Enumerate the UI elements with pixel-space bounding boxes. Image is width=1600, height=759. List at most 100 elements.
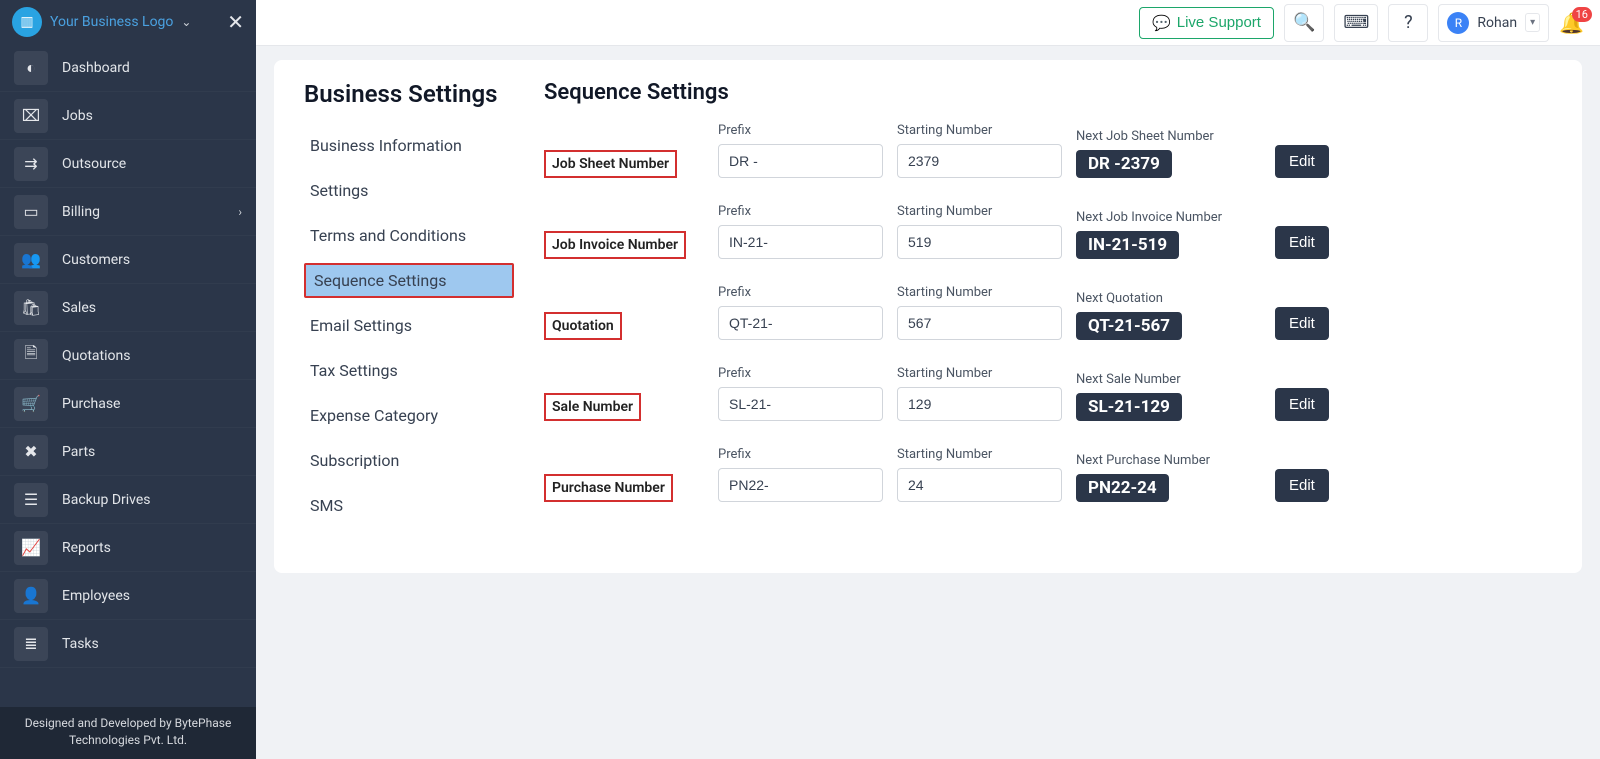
sidebar-item-label: Purchase bbox=[62, 396, 120, 412]
prefix-input[interactable] bbox=[718, 387, 883, 421]
edit-button[interactable]: Edit bbox=[1275, 226, 1329, 259]
sequence-rows: Job Sheet NumberPrefixStarting NumberNex… bbox=[544, 123, 1552, 502]
next-number-value: QT-21-567 bbox=[1076, 312, 1182, 340]
sidebar-item-label: Jobs bbox=[62, 108, 93, 124]
sidebar-item-parts[interactable]: ✖ Parts bbox=[0, 428, 256, 476]
backup-drives-icon: ☰ bbox=[14, 483, 48, 517]
sidebar-item-label: Parts bbox=[62, 444, 95, 460]
sidebar-item-label: Outsource bbox=[62, 156, 126, 172]
sidebar-item-label: Billing bbox=[62, 204, 100, 220]
prefix-label: Prefix bbox=[718, 447, 883, 462]
avatar: R bbox=[1447, 12, 1469, 34]
subnav-item-terms-and-conditions[interactable]: Terms and Conditions bbox=[304, 218, 514, 253]
search-button[interactable]: 🔍 bbox=[1284, 4, 1324, 42]
next-number-label: Next Job Sheet Number bbox=[1076, 129, 1261, 144]
sidebar-menu: ◐Dashboard ⌧ Jobs ⇉Outsource ▭ Billing › 👥Custo… bbox=[0, 44, 256, 707]
prefix-input[interactable] bbox=[718, 306, 883, 340]
edit-button[interactable]: Edit bbox=[1275, 388, 1329, 421]
help-button[interactable]: ? bbox=[1388, 4, 1428, 42]
keyboard-icon: ⌨ bbox=[1343, 12, 1369, 33]
subnav-item-sequence-settings[interactable]: Sequence Settings bbox=[304, 263, 514, 298]
starting-number-input[interactable] bbox=[897, 144, 1062, 178]
live-support-button[interactable]: 💬 Live Support bbox=[1139, 7, 1274, 39]
chevron-right-icon: › bbox=[238, 205, 242, 219]
sidebar-item-customers[interactable]: 👥Customers bbox=[0, 236, 256, 284]
sidebar-item-label: Employees bbox=[62, 588, 130, 604]
parts-icon: ✖ bbox=[14, 435, 48, 469]
live-support-label: Live Support bbox=[1177, 14, 1261, 31]
subnav-item-email-settings[interactable]: Email Settings bbox=[304, 308, 514, 343]
sidebar-item-outsource[interactable]: ⇉Outsource bbox=[0, 140, 256, 188]
quotations-icon: 🗎 bbox=[14, 339, 48, 373]
notification-count: 16 bbox=[1572, 7, 1592, 22]
prefix-input[interactable] bbox=[718, 225, 883, 259]
sidebar-item-label: Dashboard bbox=[62, 60, 130, 76]
logo-icon: ▥ bbox=[12, 7, 42, 37]
subnav-item-sms[interactable]: SMS bbox=[304, 488, 514, 523]
logo-text: Your Business Logo bbox=[50, 14, 173, 30]
sidebar-item-employees[interactable]: 👤Employees bbox=[0, 572, 256, 620]
jobs-icon: ⌧ bbox=[14, 99, 48, 133]
sidebar-item-quotations[interactable]: 🗎 Quotations bbox=[0, 332, 256, 380]
prefix-input[interactable] bbox=[718, 468, 883, 502]
topbar: 💬 Live Support 🔍 ⌨ ? R Rohan ▾ 🔔 16 bbox=[256, 0, 1600, 46]
next-number-value: IN-21-519 bbox=[1076, 231, 1179, 259]
edit-button[interactable]: Edit bbox=[1275, 469, 1329, 502]
settings-subnav: Business Information Settings Terms and Co… bbox=[304, 128, 514, 523]
prefix-label: Prefix bbox=[718, 366, 883, 381]
sidebar-item-label: Reports bbox=[62, 540, 111, 556]
edit-button[interactable]: Edit bbox=[1275, 145, 1329, 178]
notifications-button[interactable]: 🔔 16 bbox=[1559, 11, 1584, 35]
sidebar-item-jobs[interactable]: ⌧ Jobs bbox=[0, 92, 256, 140]
subnav-item-expense-category[interactable]: Expense Category bbox=[304, 398, 514, 433]
sidebar-item-sales[interactable]: 🛍Sales bbox=[0, 284, 256, 332]
next-number-value: PN22-24 bbox=[1076, 474, 1169, 502]
edit-button[interactable]: Edit bbox=[1275, 307, 1329, 340]
sequence-name: Sale Number bbox=[544, 393, 641, 421]
subnav-item-tax-settings[interactable]: Tax Settings bbox=[304, 353, 514, 388]
sidebar-item-tasks[interactable]: ≣Tasks bbox=[0, 620, 256, 668]
starting-number-input[interactable] bbox=[897, 468, 1062, 502]
sidebar-item-label: Backup Drives bbox=[62, 492, 151, 508]
chevron-down-icon[interactable]: ⌄ bbox=[181, 15, 191, 29]
sidebar-item-reports[interactable]: 📈 Reports bbox=[0, 524, 256, 572]
sequence-name: Purchase Number bbox=[544, 474, 673, 502]
starting-number-label: Starting Number bbox=[897, 204, 1062, 219]
next-number-value: SL-21-129 bbox=[1076, 393, 1182, 421]
customers-icon: 👥 bbox=[14, 243, 48, 277]
sidebar-item-label: Tasks bbox=[62, 636, 99, 652]
search-icon: 🔍 bbox=[1293, 12, 1315, 33]
sequence-row: Job Sheet NumberPrefixStarting NumberNex… bbox=[544, 123, 1552, 178]
starting-number-input[interactable] bbox=[897, 387, 1062, 421]
starting-number-input[interactable] bbox=[897, 225, 1062, 259]
next-number-label: Next Job Invoice Number bbox=[1076, 210, 1261, 225]
billing-icon: ▭ bbox=[14, 195, 48, 229]
prefix-label: Prefix bbox=[718, 204, 883, 219]
sequence-name: Job Invoice Number bbox=[544, 231, 686, 259]
sidebar: ▥ Your Business Logo ⌄ ✕ ◐Dashboard ⌧ Jobs… bbox=[0, 0, 256, 759]
sequence-row: Sale NumberPrefixStarting NumberNext Sal… bbox=[544, 366, 1552, 421]
starting-number-label: Starting Number bbox=[897, 285, 1062, 300]
user-menu[interactable]: R Rohan ▾ bbox=[1438, 4, 1549, 42]
subnav-item-settings[interactable]: Settings bbox=[304, 173, 514, 208]
sequence-name: Quotation bbox=[544, 312, 622, 340]
footer-line2: Technologies Pvt. Ltd. bbox=[10, 732, 246, 749]
prefix-label: Prefix bbox=[718, 285, 883, 300]
prefix-label: Prefix bbox=[718, 123, 883, 138]
sidebar-item-backup-drives[interactable]: ☰ Backup Drives bbox=[0, 476, 256, 524]
sidebar-item-billing[interactable]: ▭ Billing › bbox=[0, 188, 256, 236]
footer-line1: Designed and Developed by BytePhase bbox=[10, 715, 246, 732]
prefix-input[interactable] bbox=[718, 144, 883, 178]
reports-icon: 📈 bbox=[14, 531, 48, 565]
sidebar-item-label: Quotations bbox=[62, 348, 130, 364]
close-sidebar-button[interactable]: ✕ bbox=[227, 10, 244, 34]
subnav-item-business-information[interactable]: Business Information bbox=[304, 128, 514, 163]
starting-number-input[interactable] bbox=[897, 306, 1062, 340]
sidebar-footer: Designed and Developed by BytePhase Tech… bbox=[0, 707, 256, 759]
subnav-item-subscription[interactable]: Subscription bbox=[304, 443, 514, 478]
sequence-row: Job Invoice Number Prefix Starting Number N… bbox=[544, 204, 1552, 259]
sidebar-item-purchase[interactable]: 🛒Purchase bbox=[0, 380, 256, 428]
starting-number-label: Starting Number bbox=[897, 447, 1062, 462]
keyboard-button[interactable]: ⌨ bbox=[1334, 4, 1378, 42]
sidebar-item-dashboard[interactable]: ◐Dashboard bbox=[0, 44, 256, 92]
